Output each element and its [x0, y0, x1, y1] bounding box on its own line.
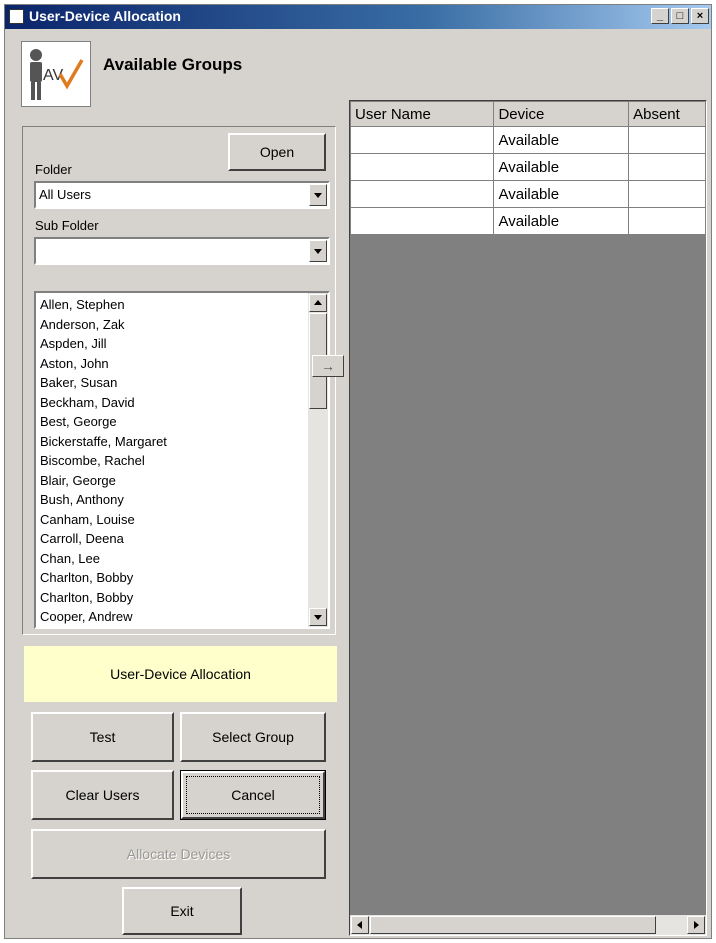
app-logo: AV — [21, 41, 91, 107]
folder-label: Folder — [35, 162, 72, 177]
select-group-button[interactable]: Select Group — [180, 712, 326, 762]
user-name-cell[interactable] — [350, 153, 495, 181]
absent-cell[interactable] — [628, 180, 706, 208]
list-item[interactable]: Chan, Lee — [40, 549, 167, 569]
list-item[interactable]: Aspden, Jill — [40, 334, 167, 354]
scroll-right-icon[interactable] — [687, 916, 705, 934]
folder-value: All Users — [39, 187, 92, 202]
minimize-button[interactable]: _ — [651, 8, 669, 24]
open-button[interactable]: Open — [228, 133, 326, 171]
user-name-cell[interactable] — [350, 207, 495, 235]
test-button[interactable]: Test — [31, 712, 174, 762]
list-item[interactable]: Bickerstaffe, Margaret — [40, 432, 167, 452]
chevron-down-icon[interactable] — [309, 240, 327, 262]
list-item[interactable]: Allen, Stephen — [40, 295, 167, 315]
exit-button[interactable]: Exit — [122, 887, 242, 935]
cancel-button[interactable]: Cancel — [180, 770, 326, 820]
column-header-user-name[interactable]: User Name — [350, 101, 495, 127]
subfolder-label: Sub Folder — [35, 218, 99, 233]
column-header-device[interactable]: Device — [493, 101, 630, 127]
close-button[interactable]: × — [691, 8, 709, 24]
title-bar[interactable]: User-Device Allocation _ □ × — [5, 5, 711, 29]
scroll-left-icon[interactable] — [351, 916, 369, 934]
user-name-cell[interactable] — [350, 180, 495, 208]
scroll-down-icon[interactable] — [309, 608, 327, 626]
list-item[interactable]: Charlton, Bobby — [40, 568, 167, 588]
scroll-up-icon[interactable] — [309, 294, 327, 312]
grid-horizontal-scrollbar[interactable] — [350, 915, 706, 935]
allocation-table: User Name Device Absent Available Availa… — [350, 101, 706, 235]
absent-cell[interactable] — [628, 207, 706, 235]
absent-cell[interactable] — [628, 126, 706, 154]
maximize-button[interactable]: □ — [671, 8, 689, 24]
add-to-grid-button[interactable]: → — [312, 355, 344, 377]
list-item[interactable]: Anderson, Zak — [40, 315, 167, 335]
list-item[interactable]: Best, George — [40, 412, 167, 432]
absent-cell[interactable] — [628, 153, 706, 181]
list-item[interactable]: Baker, Susan — [40, 373, 167, 393]
subfolder-dropdown[interactable] — [34, 237, 330, 265]
column-header-absent[interactable]: Absent — [628, 101, 706, 127]
user-list[interactable]: Allen, Stephen Anderson, Zak Aspden, Jil… — [34, 291, 330, 629]
list-item[interactable]: Charlton, Bobby — [40, 588, 167, 608]
device-cell[interactable]: Available — [493, 207, 630, 235]
horizontal-scroll-thumb[interactable] — [370, 916, 656, 934]
table-row[interactable]: Available — [350, 180, 706, 208]
device-cell[interactable]: Available — [493, 126, 630, 154]
window-controls: _ □ × — [651, 8, 709, 24]
allocate-devices-button[interactable]: Allocate Devices — [31, 829, 326, 879]
user-name-cell[interactable] — [350, 126, 495, 154]
logo-icon: AV — [30, 49, 84, 100]
list-item[interactable]: Cooper, Andrew — [40, 607, 167, 627]
list-item[interactable]: Bush, Anthony — [40, 490, 167, 510]
table-row[interactable]: Available — [350, 207, 706, 235]
allocation-grid[interactable]: User Name Device Absent Available Availa… — [349, 100, 707, 936]
user-list-scrollbar[interactable] — [308, 293, 328, 627]
table-row[interactable]: Available — [350, 153, 706, 181]
device-cell[interactable]: Available — [493, 180, 630, 208]
list-item[interactable]: Aston, John — [40, 354, 167, 374]
list-item[interactable]: Biscombe, Rachel — [40, 451, 167, 471]
folder-dropdown[interactable]: All Users — [34, 181, 330, 209]
device-cell[interactable]: Available — [493, 153, 630, 181]
list-item[interactable]: Beckham, David — [40, 393, 167, 413]
list-item[interactable]: Blair, George — [40, 471, 167, 491]
chevron-down-icon[interactable] — [309, 184, 327, 206]
list-item[interactable]: Carroll, Deena — [40, 529, 167, 549]
clear-users-button[interactable]: Clear Users — [31, 770, 174, 820]
app-icon — [9, 9, 24, 24]
page-title: Available Groups — [103, 55, 243, 74]
list-item[interactable]: Canham, Louise — [40, 510, 167, 530]
table-row[interactable]: Available — [350, 126, 706, 154]
window-title: User-Device Allocation — [29, 8, 181, 24]
app-window: User-Device Allocation _ □ × AV Availabl… — [4, 4, 712, 939]
status-panel: User-Device Allocation — [24, 646, 337, 702]
